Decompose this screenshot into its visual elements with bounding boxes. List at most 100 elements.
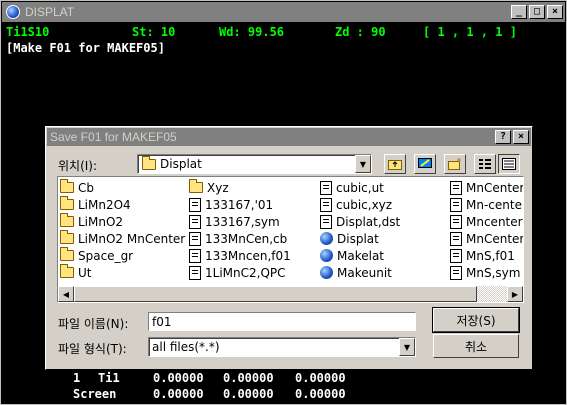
file-item[interactable]: LiMnO2 MnCenter: [60, 230, 185, 247]
file-item[interactable]: Makelat: [320, 247, 400, 264]
file-item[interactable]: MnCenter,: [450, 230, 524, 247]
document-icon: [189, 248, 201, 263]
window-title: DISPLAT: [25, 5, 75, 19]
file-item[interactable]: Space_gr: [60, 247, 185, 264]
file-item[interactable]: Mncenter,: [450, 213, 523, 230]
file-item[interactable]: LiMn2O4: [60, 196, 185, 213]
scroll-right-icon[interactable]: ▶: [507, 286, 523, 302]
help-button[interactable]: ?: [495, 130, 511, 144]
dialog-titlebar[interactable]: Save F01 for MAKEF05 ? ×: [47, 128, 531, 146]
document-icon: [450, 265, 462, 280]
file-item[interactable]: Mn-center: [450, 196, 524, 213]
document-icon: [450, 197, 462, 212]
document-icon: [189, 231, 201, 246]
document-icon: [320, 214, 332, 229]
file-item[interactable]: MnS,sym: [450, 264, 523, 281]
file-item[interactable]: Makeunit: [320, 264, 400, 281]
close-button[interactable]: ×: [547, 5, 563, 19]
file-item[interactable]: Displat: [320, 230, 400, 247]
file-name: MnCenter,: [466, 231, 524, 246]
row-label: Screen: [73, 387, 117, 401]
desktop-icon: [418, 158, 432, 168]
dialog-title: Save F01 for MAKEF05: [50, 130, 177, 144]
save-button[interactable]: 저장(S): [432, 307, 520, 333]
status-name: Ti1S10: [6, 25, 50, 39]
scroll-left-icon[interactable]: ◀: [58, 286, 74, 302]
maximize-button[interactable]: □: [529, 5, 545, 19]
chevron-down-icon[interactable]: ▼: [399, 338, 415, 356]
filetype-value: all files(*.*): [152, 340, 220, 354]
folder-icon: [60, 230, 74, 244]
document-icon: [189, 265, 201, 280]
file-item[interactable]: Ut: [60, 264, 185, 281]
file-item[interactable]: 1LiMnC2,QPC: [189, 264, 291, 281]
file-item[interactable]: 133MnCen,cb: [189, 230, 291, 247]
file-item[interactable]: cubic,ut: [320, 179, 400, 196]
list-view-icon: [479, 159, 491, 169]
cancel-button[interactable]: 취소: [433, 334, 519, 358]
file-item[interactable]: 133167,'01: [189, 196, 291, 213]
folder-icon: [60, 264, 74, 278]
document-icon: [320, 180, 332, 195]
filetype-combo[interactable]: all files(*.*) ▼: [148, 337, 416, 357]
file-item[interactable]: Displat,dst: [320, 213, 400, 230]
file-name: Displat: [337, 231, 379, 246]
desktop-button[interactable]: [414, 154, 436, 174]
folder-icon: [60, 247, 74, 261]
file-name: Makeunit: [337, 265, 392, 280]
new-folder-icon: [448, 158, 461, 170]
window-controls: _ □ ×: [511, 5, 563, 19]
file-item[interactable]: LiMnO2: [60, 213, 185, 230]
file-name: 1LiMnC2,QPC: [205, 265, 286, 280]
row-value-3: 0.00000: [295, 387, 346, 401]
filename-input[interactable]: f01: [148, 312, 416, 331]
file-list[interactable]: Cb LiMn2O4 LiMnO2 LiMnO2 MnCenter Space_gr Ut…: [57, 176, 524, 303]
file-name: LiMn2O4: [78, 197, 131, 212]
file-item[interactable]: 133167,sym: [189, 213, 291, 230]
row-value-1: 0.00000: [153, 371, 204, 385]
status-zd: Zd : 90: [335, 25, 386, 39]
main-titlebar[interactable]: DISPLAT _ □ ×: [2, 2, 565, 22]
row-value-3: 0.00000: [295, 371, 346, 385]
file-item[interactable]: cubic,xyz: [320, 196, 400, 213]
list-view-button[interactable]: [474, 154, 496, 174]
filename-label: 파일 이름(N):: [58, 317, 129, 331]
folder-icon: [142, 155, 156, 170]
file-name: Mn-center: [466, 197, 524, 212]
row-value-2: 0.00000: [223, 387, 274, 401]
file-name: 133167,'01: [205, 197, 274, 212]
application-icon: [320, 249, 333, 262]
minimize-button[interactable]: _: [511, 5, 527, 19]
file-item[interactable]: MnS,f01: [450, 247, 523, 264]
file-item[interactable]: Xyz: [189, 179, 291, 196]
displat-app-icon: [6, 5, 20, 19]
document-icon: [450, 180, 462, 195]
scroll-track[interactable]: [74, 286, 507, 302]
location-value: Displat: [160, 157, 202, 171]
dialog-close-button[interactable]: ×: [513, 130, 529, 144]
location-combo[interactable]: Displat ▼: [137, 154, 372, 174]
file-item[interactable]: MnCenter,: [450, 179, 523, 196]
document-icon: [320, 197, 332, 212]
scroll-thumb[interactable]: [74, 286, 477, 302]
up-folder-icon: [388, 160, 402, 170]
application-icon: [320, 232, 333, 245]
chevron-down-icon[interactable]: ▼: [355, 155, 371, 173]
up-folder-button[interactable]: [384, 154, 406, 174]
file-name: Displat,dst: [336, 214, 401, 229]
file-item[interactable]: Cb: [60, 179, 185, 196]
file-name: 133MnCen,cb: [205, 231, 288, 246]
file-name: LiMnO2 MnCenter: [78, 231, 186, 246]
console-prompt: [Make F01 for MAKEF05]: [6, 41, 165, 55]
folder-icon: [60, 179, 74, 193]
file-column: Xyz 133167,'01 133167,sym 133MnCen,cb 133Mnc…: [189, 179, 291, 281]
file-name: Xyz: [207, 180, 229, 195]
file-item[interactable]: 133Mncen,f01: [189, 247, 291, 264]
file-column: MnCenter, Mn-center Mncenter, MnCenter, MnS,…: [450, 179, 524, 281]
new-folder-button[interactable]: [444, 154, 466, 174]
file-name: Cb: [78, 180, 94, 195]
details-view-button[interactable]: [498, 154, 520, 174]
folder-icon: [189, 179, 203, 193]
row-index: 1: [73, 371, 81, 385]
horizontal-scrollbar[interactable]: ◀ ▶: [58, 286, 523, 302]
